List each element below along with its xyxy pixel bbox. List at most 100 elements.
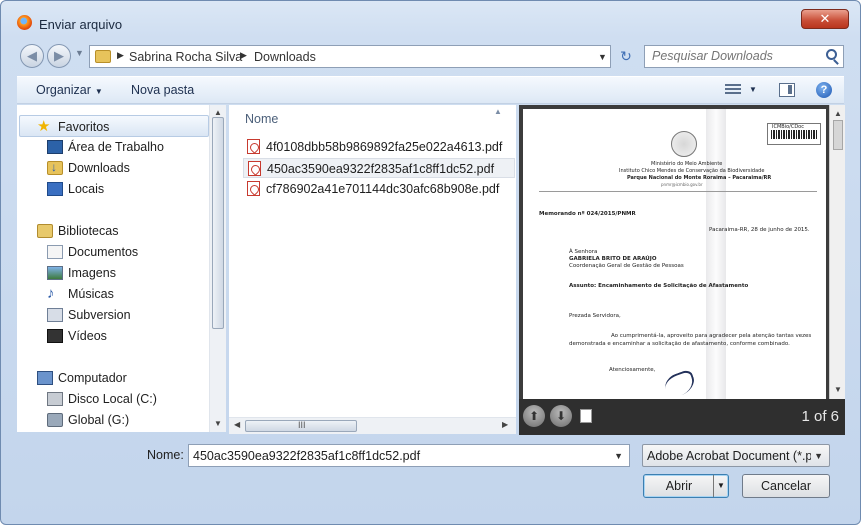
music-icon: ♪: [47, 285, 55, 302]
scroll-thumb[interactable]: [833, 120, 843, 150]
navigation-scrollbar[interactable]: ▲ ▼: [209, 105, 226, 432]
pdf-file-icon: [247, 181, 260, 196]
file-type-select[interactable]: Adobe Acrobat Document (*.pdf) ▼: [642, 444, 830, 467]
libraries-icon: [37, 224, 53, 238]
nav-label: Documentos: [68, 245, 139, 259]
search-box[interactable]: [644, 45, 844, 68]
file-row[interactable]: cf786902a41e701144dc30afc68b908e.pdf: [243, 179, 515, 199]
file-name-combobox[interactable]: ▼: [188, 444, 630, 467]
documents-icon: [47, 245, 63, 259]
protocol-stamp: ICMBio/CDoc: [767, 123, 821, 145]
nav-label: Disco Local (C:): [68, 392, 157, 406]
scroll-thumb[interactable]: [212, 117, 224, 329]
doc-name: GABRIELA BRITO DE ARAÚJO: [569, 256, 657, 262]
open-button[interactable]: Abrir ▼: [643, 474, 729, 498]
file-name: 4f0108dbb58b9869892fa25e022a4613.pdf: [266, 140, 503, 154]
computer-icon: [37, 371, 53, 385]
search-icon[interactable]: [826, 49, 837, 60]
scroll-up-icon[interactable]: ▲: [214, 108, 222, 117]
scroll-up-icon[interactable]: ▲: [834, 109, 842, 118]
file-name: cf786902a41e701144dc30afc68b908e.pdf: [266, 182, 500, 196]
images-icon: [47, 266, 63, 280]
history-dropdown-icon[interactable]: ▼: [75, 48, 84, 58]
breadcrumb-user[interactable]: Sabrina Rocha Silva: [129, 50, 242, 64]
column-header-name[interactable]: Nome: [245, 112, 278, 126]
doc-body-1: Ao cumprimentá-la, aproveito para agrade…: [611, 333, 812, 339]
nav-label: Global (G:): [68, 413, 130, 427]
file-name-input[interactable]: [193, 449, 593, 463]
forward-button[interactable]: ▶: [47, 44, 71, 68]
address-bar[interactable]: ▶ Sabrina Rocha Silva ▶ Downloads ▼: [89, 45, 611, 68]
nav-label: Locais: [68, 182, 105, 196]
preview-scrollbar[interactable]: ▲ ▼: [829, 105, 845, 399]
page-counter: 1 of 6: [801, 408, 839, 425]
doc-body-2: demonstrada e encaminhar a solicitação d…: [569, 341, 790, 347]
nav-label: Músicas: [68, 287, 114, 301]
places-icon: [47, 182, 63, 196]
open-label: Abrir: [665, 479, 693, 493]
doc-email: pnmr@icmbio.gov.br: [661, 182, 703, 187]
barcode-icon: [771, 130, 817, 139]
coat-of-arms-icon: [671, 131, 697, 157]
doc-greeting: Prezada Servidora,: [569, 313, 621, 319]
chevron-down-icon: ▼: [94, 87, 103, 96]
doc-dept: Coordenação Geral de Gestão de Pessoas: [569, 263, 684, 269]
view-options-icon[interactable]: [725, 84, 741, 96]
file-name-label: Nome:: [147, 448, 184, 462]
nav-label: Vídeos: [68, 329, 107, 343]
close-button[interactable]: ✕: [801, 9, 849, 29]
preview-pane: ICMBio/CDoc Ministério do Meio Ambiente …: [519, 105, 845, 435]
nav-label: Subversion: [68, 308, 131, 322]
new-folder-button[interactable]: Nova pasta: [131, 83, 194, 97]
nav-label: Downloads: [68, 161, 130, 175]
search-input[interactable]: [652, 49, 817, 63]
file-name: 450ac3590ea9322f2835af1c8ff1dc52.pdf: [267, 162, 495, 176]
doc-subject: Assunto: Encaminhamento de Solicitação d…: [569, 283, 749, 289]
file-row[interactable]: 4f0108dbb58b9869892fa25e022a4613.pdf: [243, 137, 515, 157]
subversion-icon: [47, 308, 63, 322]
window-title: Enviar arquivo: [39, 17, 123, 32]
network-drive-icon: [47, 413, 63, 427]
file-dialog-window: Enviar arquivo ✕ ◀ ▶ ▼ ▶ Sabrina Rocha S…: [0, 0, 861, 525]
file-list-horizontal-scrollbar[interactable]: ◀ III ▶: [229, 417, 516, 434]
scroll-down-icon[interactable]: ▼: [834, 385, 842, 394]
help-icon[interactable]: ?: [816, 82, 832, 98]
chevron-down-icon[interactable]: ▼: [614, 451, 623, 461]
scroll-grip: III: [298, 420, 306, 430]
back-button[interactable]: ◀: [20, 44, 44, 68]
file-row-selected[interactable]: 450ac3590ea9322f2835af1c8ff1dc52.pdf: [243, 158, 515, 178]
scroll-left-icon[interactable]: ◀: [234, 420, 240, 429]
open-options-icon[interactable]: ▼: [713, 475, 728, 497]
breadcrumb-downloads[interactable]: Downloads: [254, 50, 316, 64]
refresh-icon[interactable]: ↻: [613, 45, 639, 68]
chevron-down-icon[interactable]: ▼: [749, 85, 757, 94]
pdf-preview-page: ICMBio/CDoc Ministério do Meio Ambiente …: [523, 109, 826, 399]
address-dropdown-icon[interactable]: ▼: [598, 52, 607, 62]
doc-closing: Atenciosamente,: [609, 367, 656, 373]
doc-memo: Memorando nº 024/2015/PNMR: [539, 211, 636, 217]
organize-label: Organizar: [36, 83, 91, 97]
firefox-icon: [17, 15, 32, 30]
preview-navigation-bar: ⬆ ⬇ 1 of 6: [519, 399, 845, 435]
doc-to: À Senhora: [569, 249, 598, 255]
previous-page-icon[interactable]: ⬆: [523, 405, 545, 427]
doc-header-1: Ministério do Meio Ambiente: [651, 161, 723, 167]
doc-divider: [539, 191, 817, 192]
cancel-button[interactable]: Cancelar: [742, 474, 830, 498]
pdf-file-icon: [247, 139, 260, 154]
breadcrumb-separator-icon[interactable]: ▶: [117, 50, 124, 61]
command-toolbar: Organizar ▼ Nova pasta ▼ ?: [17, 76, 844, 104]
breadcrumb-separator-icon[interactable]: ▶: [240, 50, 247, 61]
downloads-folder-icon: [47, 160, 63, 175]
file-type-value: Adobe Acrobat Document (*.pdf): [647, 449, 811, 463]
nav-label: Imagens: [68, 266, 116, 280]
next-page-icon[interactable]: ⬇: [550, 405, 572, 427]
title-bar[interactable]: Enviar arquivo ✕: [1, 1, 860, 35]
scroll-down-icon[interactable]: ▼: [214, 419, 222, 428]
scroll-right-icon[interactable]: ▶: [502, 420, 508, 429]
organize-menu[interactable]: Organizar ▼: [36, 83, 103, 97]
folder-icon: [95, 50, 111, 63]
preview-pane-icon[interactable]: [779, 83, 795, 97]
scroll-thumb[interactable]: III: [245, 420, 357, 432]
navigation-pane: ★ Favoritos Área de Trabalho Downloads L…: [17, 105, 225, 432]
